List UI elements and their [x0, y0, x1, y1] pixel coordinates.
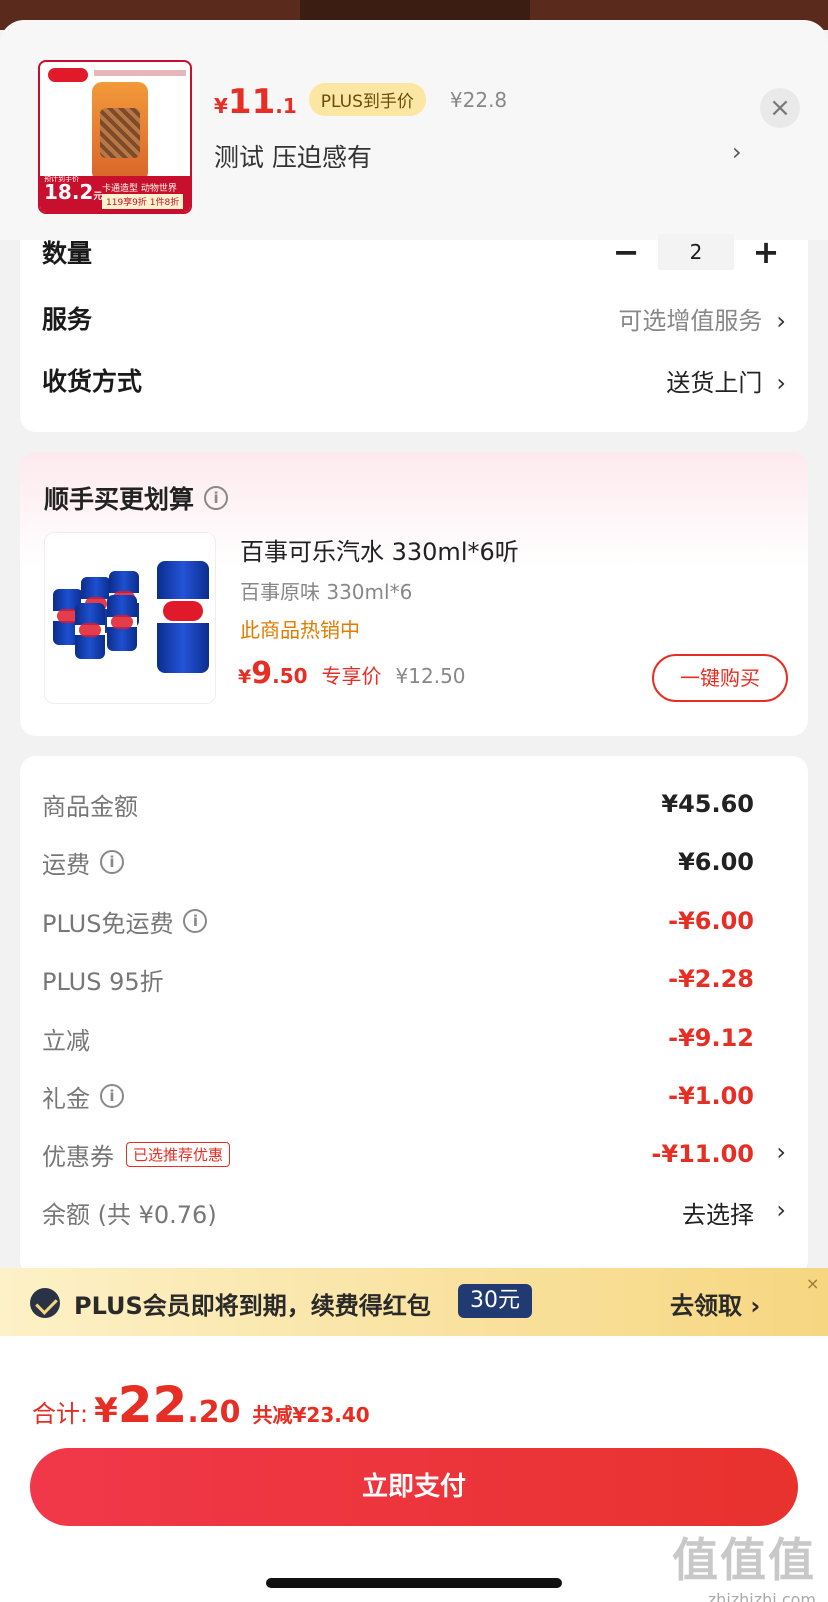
plus-banner-text: PLUS会员即将到期，续费得红包 — [74, 1292, 431, 1320]
one-click-buy-button[interactable]: 一键购买 — [652, 654, 788, 702]
price-decimal: .1 — [275, 94, 297, 118]
product-price: ¥ 11 .1 PLUS到手价 ¥22.8 — [214, 82, 507, 122]
hot-sale-label: 此商品热销中 — [240, 618, 360, 642]
total-integer: 22 — [117, 1376, 188, 1434]
summary-row-subtotal: 商品金额 ¥45.60 — [42, 784, 754, 824]
summary-row-coupon[interactable]: 优惠券 已选推荐优惠 -¥11.00 — [42, 1134, 754, 1174]
summary-value: ¥45.60 — [661, 790, 754, 818]
summary-label: 商品金额 — [42, 792, 138, 821]
bundle-recommendation-card: 顺手买更划算 i 百事可乐汽水 330ml*6听 百事原味 330ml*6 此商… — [20, 452, 808, 736]
chevron-right-icon[interactable]: › — [776, 1138, 786, 1166]
quantity-row: 数量 − 2 + — [42, 232, 786, 272]
summary-label: PLUS免运费 — [42, 909, 174, 938]
summary-row-shipping: 运费 i ¥6.00 — [42, 842, 754, 882]
product-header: 预计到手价 18.2元 卡通造型 动物世界 119享9折 1件8折 ¥ 11 .… — [0, 20, 828, 240]
price-integer: 11 — [227, 82, 276, 122]
delivery-value: 送货上门 — [666, 368, 763, 397]
home-indicator[interactable] — [266, 1578, 562, 1588]
info-icon[interactable]: i — [100, 850, 124, 874]
plus-renewal-banner[interactable]: PLUS会员即将到期，续费得红包 30元 去领取 › × — [0, 1268, 828, 1336]
balance-select-link[interactable]: 去选择 — [682, 1195, 754, 1230]
summary-value: -¥11.00 — [651, 1140, 754, 1168]
minus-button[interactable]: − — [606, 233, 646, 271]
price-summary-card: 商品金额 ¥45.60 运费 i ¥6.00 PLUS免运费 i -¥6.00 PL… — [20, 756, 808, 1276]
quantity-label: 数量 — [42, 239, 93, 268]
original-price: ¥12.50 — [395, 664, 466, 688]
plus-crown-icon — [30, 1288, 60, 1318]
info-icon[interactable]: i — [183, 909, 208, 933]
can-image — [107, 595, 137, 651]
claim-link[interactable]: 去领取 › — [670, 1286, 760, 1321]
order-total: 合计: ¥ 22 .20 共减¥23.40 — [32, 1376, 370, 1434]
service-label: 服务 — [42, 305, 93, 334]
coupon-selected-tag: 已选推荐优惠 — [126, 1141, 231, 1167]
brand-logo — [48, 68, 88, 82]
close-button[interactable]: × — [760, 88, 800, 128]
bundle-product-spec: 百事原味 330ml*6 — [240, 580, 413, 604]
summary-label: 优惠券 — [42, 1142, 114, 1171]
pepsi-product-image[interactable] — [44, 532, 216, 704]
selected-variant[interactable]: 测试 压迫感有 — [214, 138, 372, 174]
total-label: 合计: — [32, 1400, 89, 1428]
price-integer: 9 — [251, 656, 273, 691]
chevron-right-icon: › — [776, 368, 786, 397]
bundle-price: ¥ 9 .50 专享价 ¥12.50 — [238, 656, 466, 691]
watermark-text: 值值值 — [672, 1533, 816, 1587]
summary-value: -¥2.28 — [668, 965, 754, 993]
can-image — [75, 603, 105, 659]
summary-label: PLUS 95折 — [42, 967, 164, 996]
info-icon[interactable]: i — [100, 1084, 124, 1108]
summary-value: -¥9.12 — [668, 1024, 754, 1052]
chevron-right-icon[interactable]: › — [732, 138, 742, 166]
brand-caption — [94, 70, 186, 76]
quantity-stepper: − 2 + — [606, 233, 786, 271]
watermark-url: zhizhizhi.com — [707, 1590, 816, 1602]
quantity-input[interactable]: 2 — [658, 234, 734, 270]
summary-label: 礼金 — [42, 1084, 90, 1113]
info-icon[interactable]: i — [204, 486, 229, 510]
currency-symbol: ¥ — [94, 1391, 118, 1431]
summary-row-plus-free-shipping: PLUS免运费 i -¥6.00 — [42, 901, 754, 941]
service-value: 可选增值服务 — [618, 306, 763, 335]
currency-symbol: ¥ — [214, 94, 228, 118]
plus-price-tag: PLUS到手价 — [308, 83, 426, 116]
price-decimal: .50 — [272, 664, 308, 688]
chevron-right-icon: › — [776, 306, 786, 335]
thumbnail-banner-text: 卡通造型 动物世界 — [102, 184, 177, 194]
total-saved: 共减¥23.40 — [252, 1403, 370, 1427]
summary-row-plus-discount: PLUS 95折 -¥2.28 — [42, 959, 754, 999]
product-thumbnail[interactable]: 预计到手价 18.2元 卡通造型 动物世界 119享9折 1件8折 — [38, 60, 192, 214]
close-icon[interactable]: × — [806, 1274, 819, 1293]
summary-row-gift-money: 礼金 i -¥1.00 — [42, 1076, 754, 1116]
summary-label: 运费 — [42, 850, 90, 879]
delivery-row[interactable]: 收货方式 送货上门 › — [42, 360, 786, 400]
service-row[interactable]: 服务 可选增值服务 › — [42, 298, 786, 338]
summary-value: -¥6.00 — [668, 907, 754, 935]
plus-button[interactable]: + — [746, 233, 786, 271]
summary-label: 余额 (共 ¥0.76) — [42, 1200, 217, 1229]
summary-row-instant-discount: 立减 -¥9.12 — [42, 1018, 754, 1058]
original-price: ¥22.8 — [449, 88, 508, 112]
summary-row-balance[interactable]: 余额 (共 ¥0.76) 去选择 — [42, 1192, 754, 1232]
exclusive-price-tag: 专享价 — [321, 664, 382, 688]
pay-now-button[interactable]: 立即支付 — [30, 1448, 798, 1526]
order-options-card: 数量 − 2 + 服务 可选增值服务 › 收货方式 送货上门 › — [20, 233, 808, 432]
pasta-bag-image — [92, 82, 148, 182]
watermark: 值值值 zhizhizhi.com — [672, 1524, 816, 1602]
total-decimal: .20 — [187, 1395, 241, 1430]
currency-symbol: ¥ — [238, 666, 252, 688]
checkout-footer: 合计: ¥ 22 .20 共减¥23.40 立即支付 值值值 zhizhizhi… — [0, 1336, 828, 1602]
red-packet-amount-badge: 30元 — [458, 1284, 532, 1318]
summary-label: 立减 — [42, 1026, 90, 1055]
bundle-product-name[interactable]: 百事可乐汽水 330ml*6听 — [240, 532, 519, 567]
summary-value: ¥6.00 — [678, 848, 754, 876]
bundle-title-text: 顺手买更划算 — [44, 485, 195, 514]
thumbnail-discount: 119享9折 1件8折 — [102, 194, 184, 209]
summary-value: -¥1.00 — [668, 1082, 754, 1110]
thumbnail-price: 18.2元 — [44, 180, 103, 204]
bundle-title: 顺手买更划算 i — [44, 480, 229, 516]
delivery-label: 收货方式 — [42, 367, 143, 396]
chevron-right-icon[interactable]: › — [776, 1196, 786, 1224]
large-can-image — [157, 561, 209, 673]
